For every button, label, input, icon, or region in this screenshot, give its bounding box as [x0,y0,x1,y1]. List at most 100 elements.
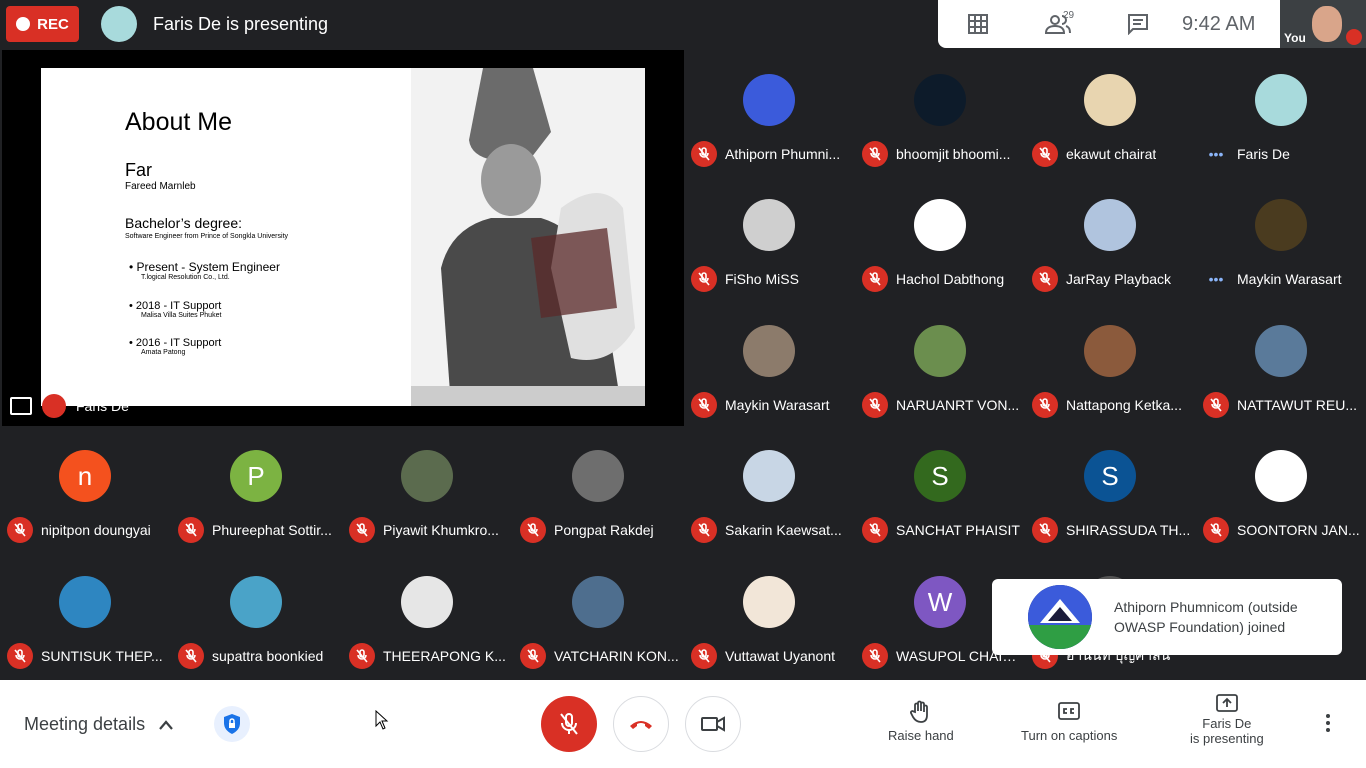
participant-tile[interactable]: JarRay Playback [1025,175,1195,300]
rec-label: REC [37,15,69,33]
participant-name: SANCHAT PHAISIT [896,522,1020,538]
participant-name: Maykin Warasart [725,397,830,413]
participant-name-row: SOONTORN JAN... [1203,517,1363,543]
participant-tile[interactable]: VATCHARIN KON... [513,552,683,677]
dot [1326,714,1330,718]
presenter-name: Faris De [76,398,129,414]
mic-off-icon [1032,517,1058,543]
avatar [743,199,795,251]
slide-bullet: • Present - System Engineer T.logical Re… [129,260,280,281]
participant-name-row: Sakarin Kaewsat... [691,517,851,543]
presentation-tile[interactable]: About Me Far Fareed Marnleb Bachelor’s d… [2,50,684,426]
avatar [401,450,453,502]
participant-tile[interactable]: ekawut chairat [1025,50,1195,175]
speaking-indicator-icon: ••• [1208,146,1224,162]
participant-tile[interactable]: n nipitpon doungyai [0,426,170,551]
present-now-button[interactable]: Faris De is presenting [1190,694,1264,746]
clock: 9:42 AM [1182,12,1256,35]
toast-message: Athiporn Phumnicom (outside OWASP Founda… [1114,599,1298,635]
mic-off-icon [520,643,546,669]
people-count: 29 [1063,10,1075,21]
participant-tile[interactable]: ••• Faris De [1196,50,1366,175]
participant-tile[interactable]: NARUANRT VON... [855,301,1025,426]
avatar: W [914,576,966,628]
participant-name-row: ••• Maykin Warasart [1203,266,1363,292]
avatar [1255,74,1307,126]
participant-name: Maykin Warasart [1237,271,1342,287]
host-controls-button[interactable] [214,706,250,742]
participant-name-row: VATCHARIN KON... [520,643,680,669]
grid-view-button[interactable] [938,0,1018,48]
avatar [743,325,795,377]
presenter-indicator: Faris De is presenting [101,6,328,42]
participant-tile[interactable]: S SANCHAT PHAISIT [855,426,1025,551]
present-screen-icon [10,397,32,415]
participant-tile[interactable]: Athiporn Phumni... [684,50,854,175]
self-view-tile[interactable]: You [1280,0,1366,48]
slide-degree-detail: Software Engineer from Prince of Songkla… [125,233,289,240]
shield-lock-icon [224,714,240,734]
participant-tile[interactable]: Sakarin Kaewsat... [684,426,854,551]
participant-name: SUNTISUK THEP... [41,648,163,664]
participant-tile[interactable]: SUNTISUK THEP... [0,552,170,677]
participant-tile[interactable]: supattra boonkied [171,552,341,677]
avatar [914,325,966,377]
mic-off-icon [349,517,375,543]
participant-tile[interactable]: ••• Maykin Warasart [1196,175,1366,300]
participant-tile[interactable]: Hachol Dabthong [855,175,1025,300]
present-screen-icon [1215,694,1238,712]
participant-name: NARUANRT VON... [896,397,1020,413]
avatar [914,74,966,126]
participant-name-row: SHIRASSUDA TH... [1032,517,1192,543]
avatar [1255,450,1307,502]
participant-tile[interactable]: S SHIRASSUDA TH... [1025,426,1195,551]
participant-tile[interactable]: Nattapong Ketka... [1025,301,1195,426]
participant-tile[interactable]: Vuttawat Uyanont [684,552,854,677]
more-options-button[interactable] [1326,714,1330,732]
participant-name: Phureephat Sottir... [212,522,332,538]
mouse-cursor-icon [375,710,389,730]
participant-name-row: JarRay Playback [1032,266,1192,292]
slide-name: Far [125,160,152,180]
avatar [572,450,624,502]
participant-name-row: Piyawit Khumkro... [349,517,509,543]
participant-name-row: nipitpon doungyai [7,517,167,543]
leave-call-button[interactable] [613,696,669,752]
mic-toggle-button[interactable] [541,696,597,752]
avatar [743,74,795,126]
participant-tile[interactable]: Piyawit Khumkro... [342,426,512,551]
avatar [914,199,966,251]
slide-title: About Me [125,108,233,136]
participant-tile[interactable]: SOONTORN JAN... [1196,426,1366,551]
participant-name: THEERAPONG K... [383,648,506,664]
participant-tile[interactable]: FiSho MiSS [684,175,854,300]
people-button[interactable]: 29 [1018,0,1098,48]
avatar [1255,199,1307,251]
meeting-details-button[interactable]: Meeting details [24,714,173,735]
mic-off-icon [7,517,33,543]
participant-name-row: Pongpat Rakdej [520,517,680,543]
captions-button[interactable]: Turn on captions [1021,700,1117,743]
hang-up-icon [630,721,652,729]
camera-toggle-button[interactable] [685,696,741,752]
participant-tile[interactable]: Maykin Warasart [684,301,854,426]
raise-hand-button[interactable]: Raise hand [888,700,954,743]
dot [1326,721,1330,725]
mic-off-icon [7,643,33,669]
participant-name-row: ekawut chairat [1032,141,1192,167]
chat-button[interactable] [1098,0,1178,48]
participant-tile[interactable]: Pongpat Rakdej [513,426,683,551]
mic-off-icon [520,517,546,543]
avatar: S [914,450,966,502]
participant-tile[interactable]: bhoomjit bhoomi... [855,50,1025,175]
record-dot-icon [16,17,31,31]
mic-off-icon [691,643,717,669]
participant-name-row: Nattapong Ketka... [1032,392,1192,418]
dot [1326,728,1330,732]
participant-tile[interactable]: THEERAPONG K... [342,552,512,677]
participant-tile[interactable]: P Phureephat Sottir... [171,426,341,551]
avatar [1084,325,1136,377]
captions-icon [1058,702,1081,720]
participant-tile[interactable]: NATTAWUT REU... [1196,301,1366,426]
participant-name-row: SUNTISUK THEP... [7,643,167,669]
